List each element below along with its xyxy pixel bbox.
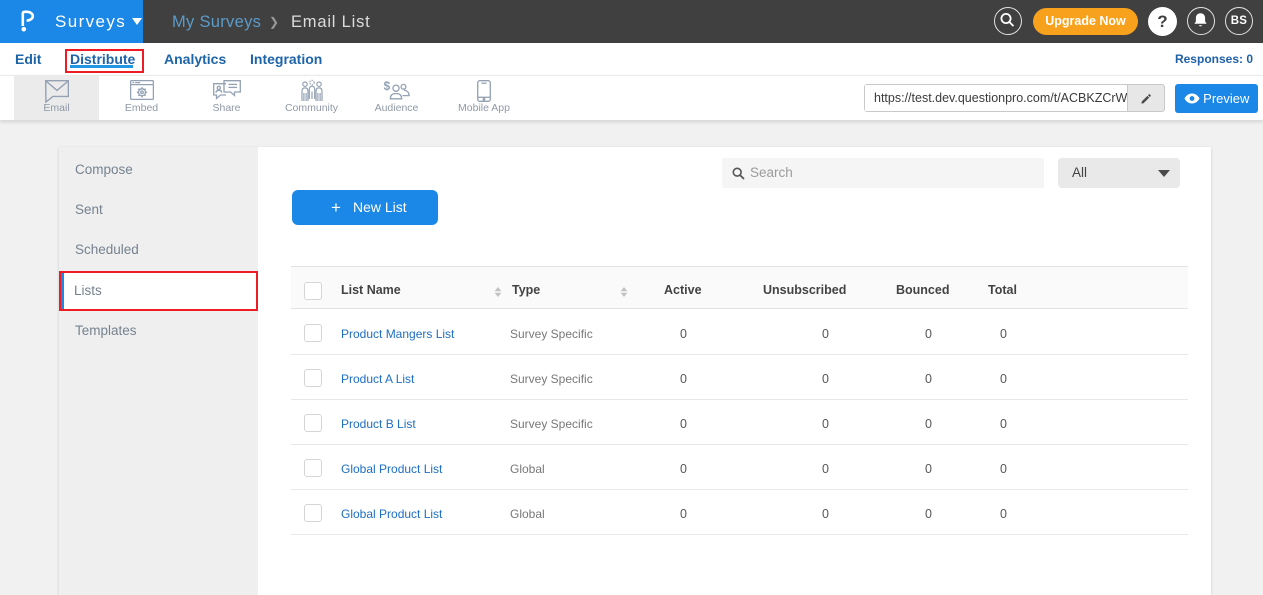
svg-text:$: $ [383,80,390,93]
